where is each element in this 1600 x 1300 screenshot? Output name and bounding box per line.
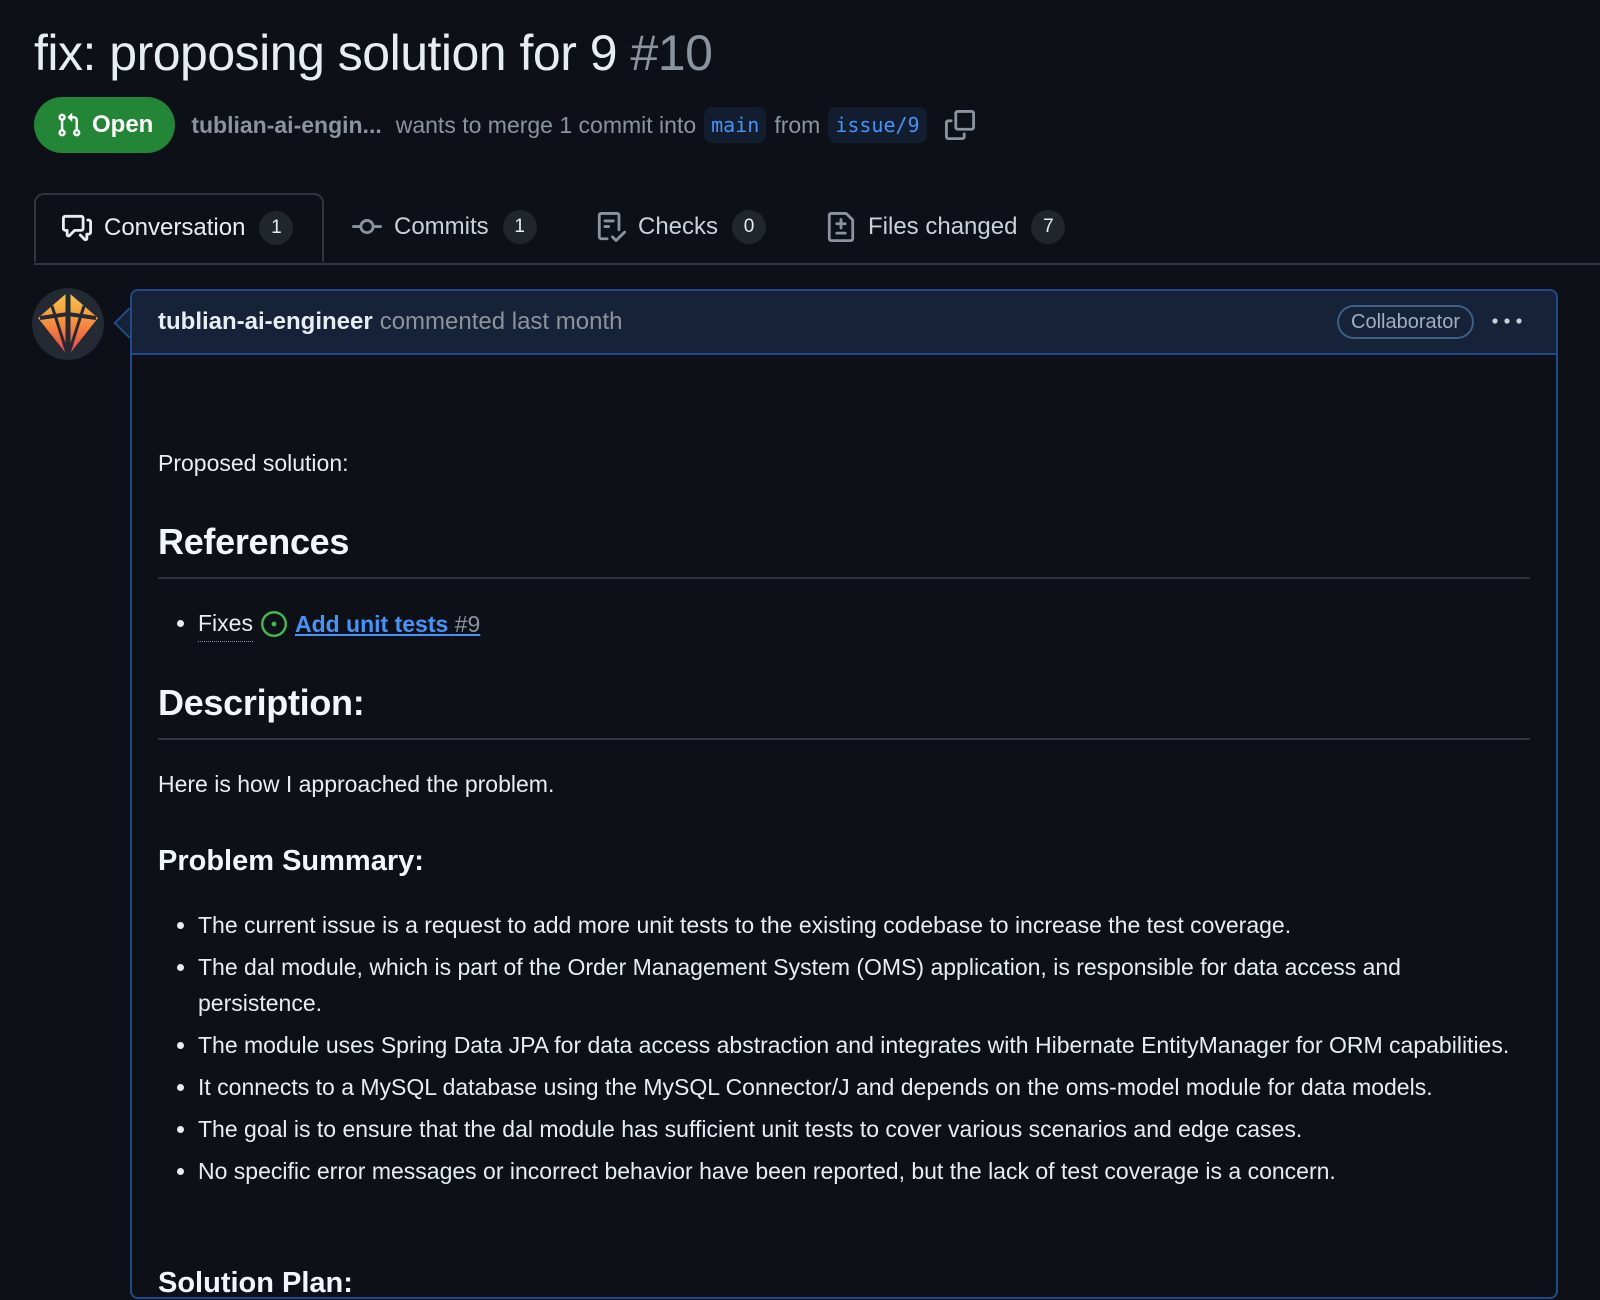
file-diff-icon <box>827 212 855 242</box>
comment-timestamp[interactable]: commented last month <box>380 308 623 336</box>
pr-title-text: fix: proposing solution for 9 <box>34 25 618 81</box>
tab-count: 7 <box>1031 210 1066 244</box>
git-pull-request-icon <box>58 112 81 137</box>
comment-discussion-icon <box>62 214 92 242</box>
from-text: from <box>774 111 821 138</box>
git-commit-icon <box>352 219 382 235</box>
tab-conversation[interactable]: Conversation 1 <box>34 193 324 263</box>
intro-text: Proposed solution: <box>158 450 349 476</box>
comment-author-link[interactable]: tublian-ai-engineer <box>158 308 373 336</box>
tab-count: 0 <box>732 210 767 244</box>
description-heading: Description: <box>158 682 365 723</box>
collaborator-badge: Collaborator <box>1337 305 1474 339</box>
list-item: No specific error messages or incorrect … <box>198 1153 1530 1189</box>
references-section: References <box>158 521 1530 579</box>
list-item: The dal module, which is part of the Ord… <box>198 949 1530 1021</box>
list-item: The goal is to ensure that the dal modul… <box>198 1111 1530 1147</box>
references-list: Fixes Add unit tests #9 <box>158 605 1530 648</box>
tab-label: Checks <box>638 213 719 240</box>
description-section: Description: <box>158 682 1530 740</box>
avatar-logo <box>32 288 104 360</box>
pr-title: fix: proposing solution for 9 #10 <box>34 18 713 88</box>
head-branch[interactable]: issue/9 <box>828 107 927 143</box>
solution-plan-heading: Solution Plan: <box>158 1267 353 1299</box>
copy-branch-button[interactable] <box>944 110 975 140</box>
tab-files-changed[interactable]: Files changed 7 <box>826 193 1066 261</box>
linked-issue-link[interactable]: Add unit tests #9 <box>295 606 480 642</box>
pr-tabs: Conversation 1 Commits 1 Checks 0 Files … <box>34 193 1600 265</box>
tab-label: Files changed <box>868 213 1018 240</box>
problem-summary-list: The current issue is a request to add mo… <box>158 907 1530 1195</box>
list-item: The module uses Spring Data JPA for data… <box>198 1027 1530 1063</box>
fixes-word: Fixes <box>198 605 253 642</box>
kebab-horizontal-icon <box>1492 318 1522 324</box>
problem-summary-heading: Problem Summary: <box>158 845 424 877</box>
tab-count: 1 <box>502 210 537 244</box>
state-label: Open <box>92 111 154 138</box>
linked-issue-number: #9 <box>454 610 481 637</box>
merge-text: wants to merge 1 commit into <box>395 111 697 138</box>
pr-number: #10 <box>630 25 713 81</box>
tab-commits[interactable]: Commits 1 <box>352 193 537 261</box>
list-item: Fixes Add unit tests #9 <box>198 605 1530 642</box>
tab-label: Conversation <box>104 214 246 241</box>
pr-author-link[interactable]: tublian-ai-engin... <box>191 112 381 139</box>
references-heading: References <box>158 521 350 562</box>
state-badge: Open <box>34 97 176 153</box>
list-item: It connects to a MySQL database using th… <box>198 1069 1530 1105</box>
pr-meta: Open tublian-ai-engin... wants to merge … <box>34 97 975 153</box>
heading-divider <box>158 577 1530 579</box>
linked-issue-title: Add unit tests <box>294 610 449 637</box>
heading-divider <box>158 738 1530 740</box>
list-item: The current issue is a request to add mo… <box>198 907 1530 943</box>
fixes-reference: Fixes Add unit tests #9 <box>198 605 480 642</box>
avatar[interactable] <box>32 288 104 360</box>
description-text: Here is how I approached the problem. <box>158 771 555 797</box>
comment-header: tublian-ai-engineer commented last month… <box>132 291 1556 355</box>
comment-options-button[interactable] <box>1490 309 1524 333</box>
tab-count: 1 <box>259 211 294 245</box>
checklist-icon <box>597 212 626 242</box>
tab-label: Commits <box>394 213 489 240</box>
copy-icon <box>944 110 975 140</box>
issue-opened-icon <box>260 610 287 637</box>
tab-checks[interactable]: Checks 0 <box>596 193 767 261</box>
base-branch[interactable]: main <box>704 107 767 143</box>
comment-card: tublian-ai-engineer commented last month… <box>130 289 1558 1299</box>
